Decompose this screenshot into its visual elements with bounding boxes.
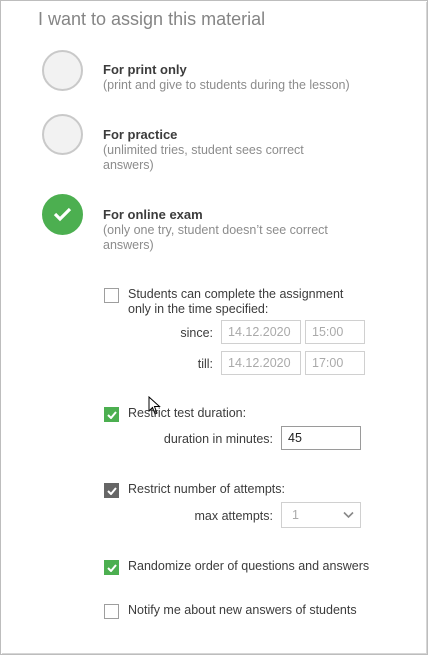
duration-minutes-input[interactable]: 45: [281, 426, 361, 450]
checkmark-icon: [53, 207, 72, 222]
duration-checkbox[interactable]: [104, 407, 119, 422]
attempts-label: Restrict number of attempts:: [128, 482, 286, 496]
notify-label: Notify me about new answers of students: [128, 603, 357, 617]
option-description: (only one try, student doesn’t see corre…: [103, 223, 328, 252]
since-date-input[interactable]: 14.12.2020: [221, 320, 301, 344]
checkmark-icon: [107, 487, 117, 495]
option-title: For online exam: [103, 207, 203, 222]
option-description: (unlimited tries, student sees correct a…: [103, 143, 304, 172]
time-window-label: Students can complete the assignment onl…: [128, 287, 344, 316]
duration-field-label: duration in minutes:: [163, 432, 273, 446]
duration-label: Restrict test duration:: [128, 406, 247, 420]
since-label: since:: [180, 326, 213, 340]
attempts-field-label: max attempts:: [194, 509, 274, 523]
radio-practice[interactable]: [42, 114, 83, 155]
option-description: (print and give to students during the l…: [103, 78, 350, 92]
randomize-checkbox[interactable]: [104, 560, 119, 575]
chevron-down-icon: [343, 511, 354, 519]
max-attempts-select[interactable]: 1: [281, 502, 361, 528]
notify-checkbox[interactable]: [104, 604, 119, 619]
checkmark-icon: [107, 411, 117, 419]
till-date-input[interactable]: 14.12.2020: [221, 351, 301, 375]
till-time-input[interactable]: 17:00: [305, 351, 365, 375]
till-label: till:: [197, 357, 213, 371]
randomize-label: Randomize order of questions and answers: [128, 559, 370, 573]
attempts-checkbox[interactable]: [104, 483, 119, 498]
checkmark-icon: [107, 564, 117, 572]
radio-print-only[interactable]: [42, 50, 83, 91]
option-title: For practice: [103, 127, 178, 142]
max-attempts-value: 1: [292, 508, 299, 522]
since-time-input[interactable]: 15:00: [305, 320, 365, 344]
option-title: For print only: [103, 62, 187, 77]
time-window-checkbox[interactable]: [104, 288, 119, 303]
radio-online-exam[interactable]: [42, 194, 83, 235]
panel-title: I want to assign this material: [38, 9, 266, 29]
